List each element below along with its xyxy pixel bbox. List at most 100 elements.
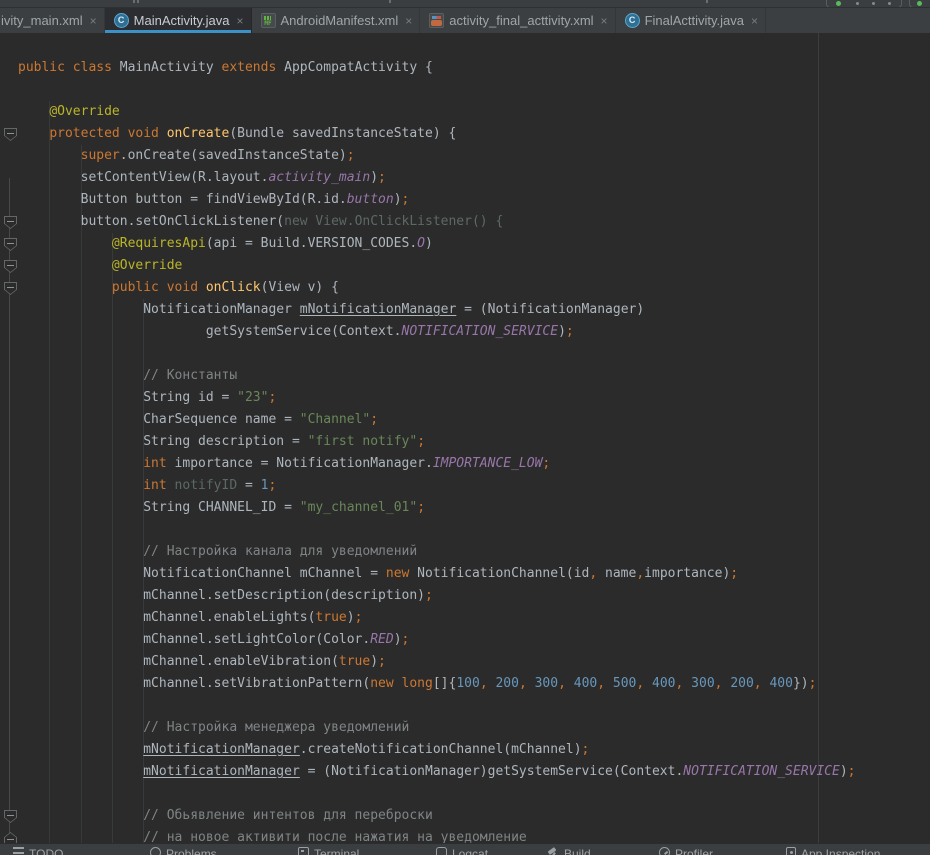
code-token: public void — [112, 280, 206, 295]
code-token: // Настройка канала для уведомлений — [143, 544, 417, 559]
terminal-icon — [298, 847, 309, 855]
code-line[interactable] — [0, 519, 930, 541]
code-line[interactable]: // Обьявление интентов для переброски — [0, 805, 930, 827]
code-line[interactable]: setContentView(R.layout.activity_main); — [0, 167, 930, 189]
code-line[interactable]: // Настройка канала для уведомлений — [0, 541, 930, 563]
code-token: extends — [222, 60, 285, 75]
editor-tab-FinalActtivity.java[interactable]: FinalActtivity.java — [616, 8, 766, 33]
editor-tab-MainActivity.java[interactable]: MainActivity.java — [105, 8, 252, 33]
tool-window-label: TODO — [29, 847, 63, 855]
fold-marker[interactable] — [4, 216, 17, 229]
code-token: mNotificationManager — [143, 764, 300, 779]
tool-window-label: Logcat — [452, 847, 488, 855]
code-line[interactable]: super.onCreate(savedInstanceState); — [0, 145, 930, 167]
close-tab-icon[interactable] — [405, 15, 412, 27]
code-line[interactable]: // Настройка менеджера уведомлений — [0, 717, 930, 739]
close-tab-icon[interactable] — [751, 15, 758, 27]
code-line[interactable]: NotificationChannel mChannel = new Notif… — [0, 563, 930, 585]
code-line[interactable]: int notifyID = 1; — [0, 475, 930, 497]
editor-tab-AndroidManifest.xml[interactable]: AndroidManifest.xml — [252, 8, 421, 33]
code-token: mChannel.enableLights( — [143, 610, 315, 625]
code-token: 100 — [456, 676, 479, 691]
code-line[interactable]: CharSequence name = "Channel"; — [0, 409, 930, 431]
code-line[interactable]: String CHANNEL_ID = "my_channel_01"; — [0, 497, 930, 519]
fold-marker[interactable] — [4, 238, 17, 251]
tool-window-button-logcat[interactable]: Logcat — [436, 847, 488, 855]
code-token: , — [636, 566, 644, 581]
code-line[interactable] — [0, 695, 930, 717]
code-token: 400 — [652, 676, 675, 691]
code-line[interactable]: mNotificationManager = (NotificationMana… — [0, 761, 930, 783]
fold-marker[interactable] — [4, 282, 17, 295]
close-tab-icon[interactable] — [236, 15, 243, 27]
code-token: setContentView(R.layout. — [81, 170, 269, 185]
code-token: importance = NotificationManager. — [167, 456, 433, 471]
code-line[interactable]: button.setOnClickListener(new View.OnCli… — [0, 211, 930, 233]
tab-label: MainActivity.java — [134, 13, 230, 28]
code-line[interactable]: Button button = findViewById(R.id.button… — [0, 189, 930, 211]
code-token: MainActivity — [120, 60, 222, 75]
code-token: ) — [840, 764, 848, 779]
code-token: NOTIFICATION_SERVICE — [402, 324, 559, 339]
code-line[interactable]: mNotificationManager.createNotificationC… — [0, 739, 930, 761]
code-token: ) — [425, 236, 433, 251]
code-area[interactable]: public class MainActivity extends AppCom… — [0, 33, 930, 843]
code-token: ; — [402, 632, 410, 647]
tool-window-button-todo[interactable]: TODO — [13, 847, 63, 855]
code-line[interactable]: String description = "first notify"; — [0, 431, 930, 453]
layout-file-icon — [429, 13, 444, 28]
code-token: ) — [347, 610, 355, 625]
code-line[interactable]: public void onClick(View v) { — [0, 277, 930, 299]
tool-window-label: Build — [564, 847, 591, 855]
close-tab-icon[interactable] — [90, 15, 97, 27]
toolbar-dot — [856, 2, 859, 5]
code-token: = (NotificationManager) — [456, 302, 644, 317]
app-inspection-icon — [786, 847, 796, 855]
code-line[interactable]: // Константы — [0, 365, 930, 387]
editor[interactable]: public class MainActivity extends AppCom… — [0, 33, 930, 843]
fold-marker[interactable] — [4, 832, 17, 843]
fold-marker[interactable] — [4, 260, 17, 273]
tool-window-button-terminal[interactable]: Terminal — [298, 847, 359, 855]
tool-window-button-app-inspection[interactable]: App Inspection — [786, 847, 880, 855]
code-line[interactable]: mChannel.setVibrationPattern(new long[]{… — [0, 673, 930, 695]
code-line[interactable] — [0, 79, 930, 101]
toolbar-dot — [872, 2, 875, 5]
code-line[interactable] — [0, 783, 930, 805]
code-token — [605, 676, 613, 691]
fold-marker[interactable] — [4, 810, 17, 823]
code-token: Button button = findViewById(R.id. — [81, 192, 347, 207]
code-token: String id = — [143, 390, 237, 405]
code-token: NotificationChannel(id — [409, 566, 589, 581]
tool-window-label: Terminal — [314, 847, 359, 855]
close-tab-icon[interactable] — [601, 15, 608, 27]
fold-marker[interactable] — [4, 128, 17, 141]
editor-tab-activity_final_acttivity.xml[interactable]: activity_final_acttivity.xml — [420, 8, 615, 33]
tool-window-button-problems[interactable]: Problems — [150, 847, 217, 855]
code-line[interactable]: @Override — [0, 255, 930, 277]
code-line[interactable]: NotificationManager mNotificationManager… — [0, 299, 930, 321]
code-line[interactable]: mChannel.setLightColor(Color.RED); — [0, 629, 930, 651]
code-line[interactable]: mChannel.enableVibration(true); — [0, 651, 930, 673]
code-token: ; — [268, 390, 276, 405]
code-line[interactable]: public class MainActivity extends AppCom… — [0, 57, 930, 79]
code-token: (api = Build.VERSION_CODES. — [206, 236, 417, 251]
code-line[interactable]: // на новое активити после нажатия на ув… — [0, 827, 930, 843]
class-file-icon — [625, 13, 640, 28]
code-line[interactable]: protected void onCreate(Bundle savedInst… — [0, 123, 930, 145]
tool-window-button-profiler[interactable]: Profiler — [659, 847, 713, 855]
code-line[interactable]: getSystemService(Context.NOTIFICATION_SE… — [0, 321, 930, 343]
manifest-file-icon — [261, 13, 276, 28]
code-line[interactable]: String id = "23"; — [0, 387, 930, 409]
code-token: @Override — [112, 258, 182, 273]
code-line[interactable]: @Override — [0, 101, 930, 123]
code-line[interactable]: int importance = NotificationManager.IMP… — [0, 453, 930, 475]
editor-tab-ivity_main.xml[interactable]: ivity_main.xml — [0, 8, 105, 33]
code-line[interactable] — [0, 343, 930, 365]
tool-window-label: Profiler — [675, 847, 713, 855]
tool-window-button-build[interactable]: Build — [547, 847, 591, 855]
code-line[interactable]: mChannel.setDescription(description); — [0, 585, 930, 607]
code-token: , — [558, 676, 566, 691]
code-line[interactable]: mChannel.enableLights(true); — [0, 607, 930, 629]
code-line[interactable]: @RequiresApi(api = Build.VERSION_CODES.O… — [0, 233, 930, 255]
